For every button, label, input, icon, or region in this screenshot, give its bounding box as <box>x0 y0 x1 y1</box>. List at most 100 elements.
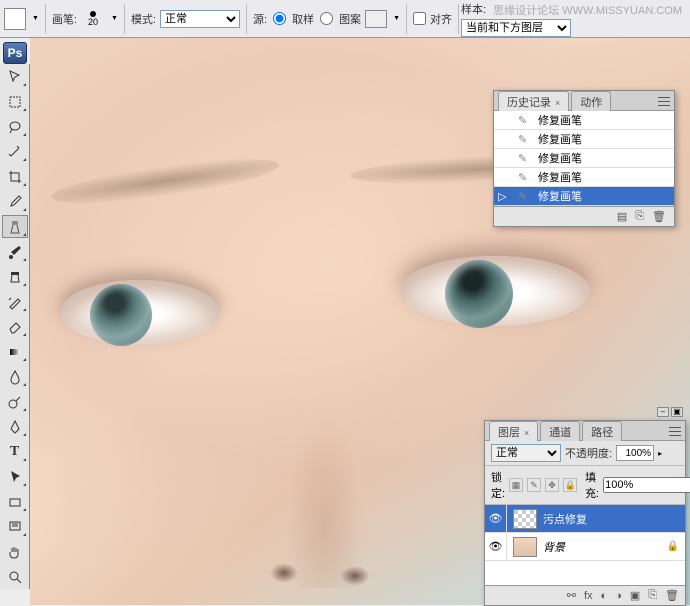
tab-history[interactable]: 历史记录× <box>498 91 569 111</box>
eye-icon: 👁 <box>489 540 503 553</box>
chevron-down-icon[interactable]: ▼ <box>111 15 118 22</box>
history-item[interactable]: ▷✎修复画笔 <box>494 187 674 206</box>
magic-wand-tool[interactable] <box>2 140 28 163</box>
adjustment-layer-icon[interactable]: ◑ <box>615 590 622 602</box>
history-item[interactable]: ✎修复画笔 <box>494 168 674 187</box>
source-pattern-label[interactable]: 图案 <box>339 11 361 27</box>
visibility-toggle[interactable]: 👁 <box>485 533 507 560</box>
healing-brush-icon: ✎ <box>518 190 532 203</box>
fill-label: 填充: <box>585 469 599 501</box>
lock-all-icon[interactable]: 🔒 <box>563 478 577 492</box>
panel-menu-icon[interactable] <box>658 95 670 107</box>
healing-brush-icon: ✎ <box>518 133 532 146</box>
layer-thumbnail[interactable] <box>513 537 537 557</box>
tab-actions[interactable]: 动作 <box>571 91 611 111</box>
history-footer: ▤ ⎘ 🗑 <box>494 206 674 226</box>
history-item[interactable]: ✎修复画笔 <box>494 149 674 168</box>
lock-pixels-icon[interactable]: ✎ <box>527 478 541 492</box>
gradient-tool[interactable] <box>2 340 28 363</box>
tools-panel: T <box>0 64 30 589</box>
eraser-tool[interactable] <box>2 315 28 338</box>
app-logo: Ps <box>3 42 27 64</box>
brush-label: 画笔: <box>52 11 77 27</box>
fill-input[interactable] <box>603 477 690 493</box>
watermark-text: 思缘设计论坛 WWW.MISSYUAN.COM <box>493 2 682 18</box>
shape-tool[interactable] <box>2 490 28 513</box>
trash-icon[interactable]: 🗑 <box>652 210 666 223</box>
layer-thumbnail[interactable] <box>513 509 537 529</box>
clone-stamp-tool[interactable] <box>2 265 28 288</box>
tab-channels[interactable]: 通道 <box>540 421 580 441</box>
layer-style-icon[interactable]: fx <box>584 590 593 602</box>
healing-brush-icon: ✎ <box>518 152 532 165</box>
trash-icon[interactable]: 🗑 <box>665 589 679 602</box>
expand-icon[interactable]: ▣ <box>671 407 683 417</box>
lock-position-icon[interactable]: ✥ <box>545 478 559 492</box>
tool-preset-picker[interactable] <box>4 8 26 30</box>
marquee-tool[interactable] <box>2 90 28 113</box>
source-sampled-label[interactable]: 取样 <box>292 11 314 27</box>
eyedropper-tool[interactable] <box>2 190 28 213</box>
blur-tool[interactable] <box>2 365 28 388</box>
source-pattern-radio[interactable] <box>320 12 333 25</box>
close-icon[interactable]: × <box>555 98 560 108</box>
lock-icon: 🔒 <box>667 541 679 552</box>
layer-list: 👁 污点修复 👁 背景 🔒 <box>485 505 685 585</box>
path-selection-tool[interactable] <box>2 465 28 488</box>
layer-name[interactable]: 背景 <box>543 539 667 555</box>
pattern-swatch[interactable] <box>365 10 387 28</box>
layer-name[interactable]: 污点修复 <box>543 511 685 527</box>
mode-select[interactable]: 正常 <box>160 10 240 28</box>
history-brush-tool[interactable] <box>2 290 28 313</box>
visibility-toggle[interactable]: 👁 <box>485 505 507 532</box>
layer-row[interactable]: 👁 污点修复 <box>485 505 685 533</box>
opacity-label: 不透明度: <box>565 445 612 461</box>
chevron-right-icon[interactable]: ▸ <box>658 449 662 458</box>
history-item[interactable]: ✎修复画笔 <box>494 130 674 149</box>
hand-tool[interactable] <box>2 540 28 563</box>
type-tool[interactable]: T <box>2 440 28 463</box>
eye-icon: 👁 <box>489 512 503 525</box>
dodge-tool[interactable] <box>2 390 28 413</box>
chevron-down-icon[interactable]: ▼ <box>393 15 400 22</box>
new-snapshot-icon[interactable]: ⎘ <box>635 210 644 223</box>
minimize-icon[interactable]: – <box>657 407 669 417</box>
blend-mode-select[interactable]: 正常 <box>491 444 561 462</box>
lock-transparency-icon[interactable]: ▦ <box>509 478 523 492</box>
aligned-label[interactable]: 对齐 <box>430 11 452 27</box>
source-sampled-radio[interactable] <box>273 12 286 25</box>
layers-panel: – ▣ 图层× 通道 路径 正常 不透明度: ▸ 锁定: ▦ ✎ ✥ 🔒 填充:… <box>484 420 686 606</box>
zoom-tool[interactable] <box>2 565 28 588</box>
layers-footer: ⚯ fx ◐ ◑ ▣ ⎘ 🗑 <box>485 585 685 605</box>
lasso-tool[interactable] <box>2 115 28 138</box>
panel-menu-icon[interactable] <box>669 425 681 437</box>
aligned-checkbox[interactable] <box>413 12 426 25</box>
layer-row[interactable]: 👁 背景 🔒 <box>485 533 685 561</box>
crop-tool[interactable] <box>2 165 28 188</box>
pen-tool[interactable] <box>2 415 28 438</box>
opacity-input[interactable] <box>616 445 654 461</box>
brush-preset-picker[interactable]: 20 <box>81 11 105 27</box>
group-icon[interactable]: ▣ <box>630 589 640 602</box>
link-layers-icon[interactable]: ⚯ <box>567 589 576 602</box>
history-item[interactable]: ✎修复画笔 <box>494 111 674 130</box>
healing-brush-icon: ✎ <box>518 171 532 184</box>
chevron-down-icon[interactable]: ▼ <box>32 15 39 22</box>
healing-brush-tool[interactable] <box>2 215 28 238</box>
close-icon[interactable]: × <box>524 428 529 438</box>
lock-label: 锁定: <box>491 469 505 501</box>
source-label: 源: <box>253 11 267 27</box>
tab-paths[interactable]: 路径 <box>582 421 622 441</box>
move-tool[interactable] <box>2 65 28 88</box>
layer-mask-icon[interactable]: ◐ <box>601 590 608 602</box>
create-document-icon[interactable]: ▤ <box>617 210 627 223</box>
tab-layers[interactable]: 图层× <box>489 421 538 441</box>
brush-tool[interactable] <box>2 240 28 263</box>
history-list: ✎修复画笔 ✎修复画笔 ✎修复画笔 ✎修复画笔 ▷✎修复画笔 <box>494 111 674 206</box>
mode-label: 模式: <box>131 11 156 27</box>
brush-size-value: 20 <box>88 17 98 27</box>
new-layer-icon[interactable]: ⎘ <box>648 589 657 602</box>
sample-select[interactable]: 当前和下方图层 <box>461 19 571 37</box>
notes-tool[interactable] <box>2 515 28 538</box>
history-panel: 历史记录× 动作 ✎修复画笔 ✎修复画笔 ✎修复画笔 ✎修复画笔 ▷✎修复画笔 … <box>493 90 675 227</box>
